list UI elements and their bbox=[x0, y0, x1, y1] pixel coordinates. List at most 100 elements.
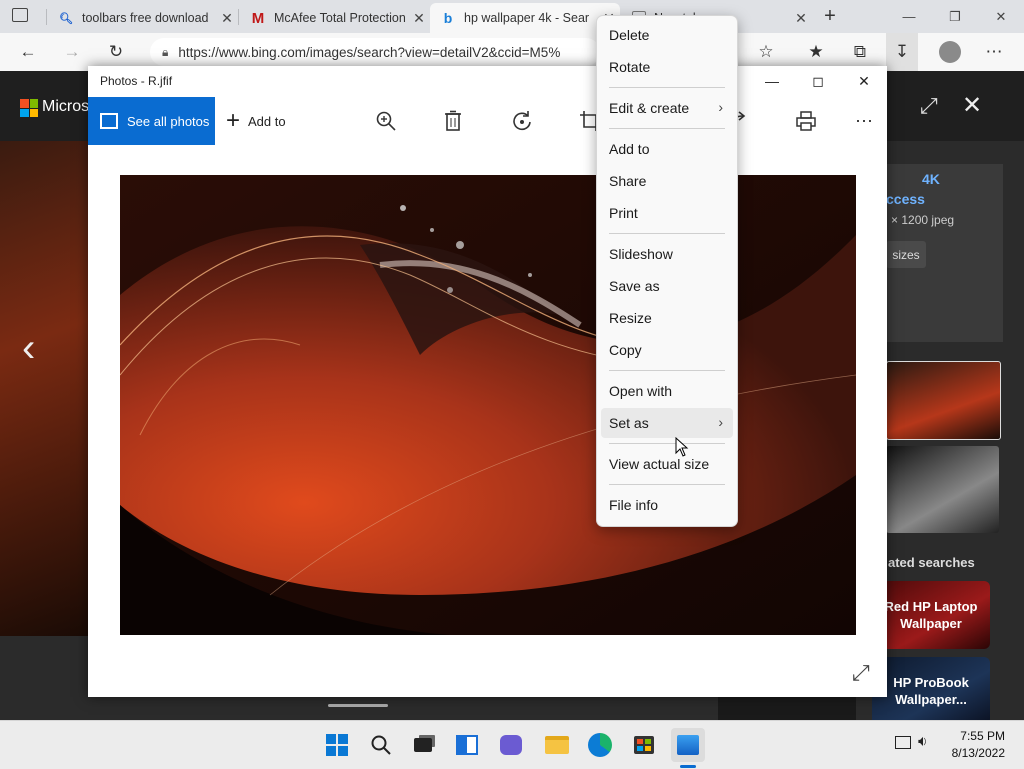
menu-item-label: File info bbox=[609, 497, 659, 513]
new-tab-button[interactable]: + bbox=[816, 3, 844, 29]
bottom-thumb-strip bbox=[718, 696, 856, 720]
clock-date[interactable]: 8/13/2022 bbox=[945, 746, 1005, 760]
menu-item-add-to[interactable]: Add to bbox=[601, 134, 733, 164]
profile-avatar[interactable] bbox=[939, 41, 961, 63]
close-viewer-icon[interactable]: ✕ bbox=[962, 91, 982, 120]
menu-item-slideshow[interactable]: Slideshow bbox=[601, 239, 733, 269]
menu-item-rotate[interactable]: Rotate bbox=[601, 52, 733, 82]
menu-item-edit-create[interactable]: Edit & create › bbox=[601, 93, 733, 123]
photos-app-window: Photos - R.jfif — ◻ ✕ See all photos + A… bbox=[88, 66, 887, 697]
rotate-icon[interactable] bbox=[502, 97, 542, 145]
task-view-icon[interactable] bbox=[406, 728, 440, 762]
image-source[interactable]: ccess bbox=[886, 191, 925, 207]
close-icon[interactable]: ✕ bbox=[408, 10, 430, 27]
minimize-button[interactable]: — bbox=[886, 0, 932, 33]
related-search-red-hp[interactable]: Red HP Laptop Wallpaper bbox=[872, 581, 990, 649]
menu-item-share[interactable]: Share bbox=[601, 166, 733, 196]
menu-separator bbox=[609, 370, 725, 371]
tab-title: McAfee Total Protection bbox=[274, 11, 406, 25]
menu-item-copy[interactable]: Copy bbox=[601, 335, 733, 365]
microsoft-logo-text: Micros bbox=[42, 98, 90, 115]
menu-item-label: Copy bbox=[609, 342, 642, 358]
delete-icon[interactable] bbox=[433, 97, 473, 145]
tab-actions-icon[interactable] bbox=[12, 8, 28, 22]
store-icon[interactable] bbox=[627, 728, 661, 762]
menu-item-file-info[interactable]: File info bbox=[601, 490, 733, 520]
photos-maximize-button[interactable]: ◻ bbox=[795, 66, 841, 96]
network-icon[interactable] bbox=[895, 736, 911, 749]
menu-item-view-actual-size[interactable]: View actual size bbox=[601, 449, 733, 479]
print-icon[interactable] bbox=[786, 97, 826, 145]
menu-separator bbox=[609, 87, 725, 88]
edge-icon[interactable] bbox=[583, 728, 617, 762]
photos-window-title: Photos - R.jfif bbox=[100, 74, 173, 88]
more-options-icon[interactable]: ⋯ bbox=[844, 97, 884, 145]
start-icon[interactable] bbox=[320, 728, 354, 762]
add-to-button[interactable]: + Add to bbox=[226, 97, 286, 145]
plus-icon: + bbox=[226, 107, 241, 134]
related-image-thumb[interactable] bbox=[886, 361, 1001, 440]
menu-item-resize[interactable]: Resize bbox=[601, 303, 733, 333]
photos-minimize-button[interactable]: — bbox=[749, 66, 795, 96]
url-text: https://www.bing.com/images/search?view=… bbox=[178, 44, 561, 60]
search-taskbar-icon[interactable] bbox=[364, 728, 398, 762]
image-title: 4K bbox=[922, 171, 940, 187]
bing-icon: b bbox=[443, 10, 453, 26]
context-menu: Delete Rotate Edit & create › Add to Shar… bbox=[596, 15, 738, 527]
menu-item-label: Share bbox=[609, 173, 647, 189]
mcafee-icon: M bbox=[251, 9, 265, 27]
menu-item-save-as[interactable]: Save as bbox=[601, 271, 733, 301]
menu-separator bbox=[609, 484, 725, 485]
menu-separator bbox=[609, 443, 725, 444]
menu-item-delete[interactable]: Delete bbox=[601, 20, 733, 50]
tab-mcafee[interactable]: M McAfee Total Protection ✕ bbox=[240, 3, 430, 33]
photo-gallery-icon bbox=[100, 113, 118, 129]
menu-item-label: Rotate bbox=[609, 59, 651, 75]
menu-item-label: Slideshow bbox=[609, 246, 673, 262]
related-search-hp-probook[interactable]: HP ProBook Wallpaper... bbox=[872, 657, 990, 725]
menu-item-label: Set as bbox=[609, 415, 649, 431]
photos-app-icon[interactable] bbox=[671, 728, 705, 762]
chevron-right-icon: › bbox=[718, 99, 723, 115]
menu-item-set-as[interactable]: Set as › bbox=[601, 408, 733, 438]
clock-time[interactable]: 7:55 PM bbox=[945, 729, 1005, 743]
menu-item-open-with[interactable]: Open with bbox=[601, 376, 733, 406]
close-icon[interactable]: ✕ bbox=[216, 10, 238, 27]
chat-icon[interactable] bbox=[494, 728, 528, 762]
widgets-icon[interactable] bbox=[450, 728, 484, 762]
back-icon[interactable]: ← bbox=[12, 33, 44, 71]
related-image-thumb[interactable] bbox=[886, 446, 999, 533]
menu-item-label: Delete bbox=[609, 27, 650, 43]
lock-icon: 🔒︎ bbox=[162, 44, 169, 59]
menu-item-label: Print bbox=[609, 205, 638, 221]
restore-button[interactable]: ❐ bbox=[932, 0, 978, 33]
tab-title: hp wallpaper 4k - Sear bbox=[464, 11, 590, 25]
tab-toolbars[interactable]: 🔍︎ toolbars free download ✕ bbox=[48, 3, 238, 33]
volume-icon[interactable]: 🔉︎ bbox=[918, 733, 927, 750]
forward-icon[interactable]: → bbox=[56, 33, 88, 71]
address-bar[interactable]: 🔒︎ https://www.bing.com/images/search?vi… bbox=[150, 38, 600, 66]
expand-icon[interactable]: ⤢ bbox=[920, 93, 938, 119]
menu-item-print[interactable]: Print bbox=[601, 198, 733, 228]
zoom-icon[interactable] bbox=[366, 97, 406, 145]
previous-image-preview bbox=[0, 141, 90, 636]
close-window-button[interactable]: ✕ bbox=[978, 0, 1024, 33]
scroll-indicator bbox=[328, 704, 388, 707]
fullscreen-icon[interactable]: ⤢ bbox=[852, 660, 870, 686]
previous-arrow-icon[interactable]: ‹ bbox=[22, 326, 35, 371]
file-explorer-icon[interactable] bbox=[540, 728, 574, 762]
chevron-right-icon: › bbox=[718, 414, 723, 430]
mouse-cursor-icon bbox=[675, 436, 689, 460]
displayed-photo bbox=[120, 175, 856, 635]
see-all-photos-button[interactable]: See all photos bbox=[88, 97, 215, 145]
related-searches-heading: ated searches bbox=[888, 555, 975, 570]
menu-item-label: View actual size bbox=[609, 456, 710, 472]
browser-tab-bar: 🔍︎ toolbars free download ✕ M McAfee Tot… bbox=[0, 0, 1024, 33]
downloads-icon[interactable]: ↧ bbox=[886, 33, 918, 71]
more-icon[interactable]: ⋯ bbox=[978, 33, 1010, 71]
close-icon[interactable]: ✕ bbox=[790, 10, 812, 27]
image-dimensions: × 1200 jpeg bbox=[891, 213, 955, 227]
photos-close-button[interactable]: ✕ bbox=[841, 66, 887, 96]
tab-hp-wallpaper[interactable]: b hp wallpaper 4k - Sear ✕ bbox=[430, 3, 620, 33]
sizes-button[interactable]: sizes bbox=[886, 241, 926, 268]
